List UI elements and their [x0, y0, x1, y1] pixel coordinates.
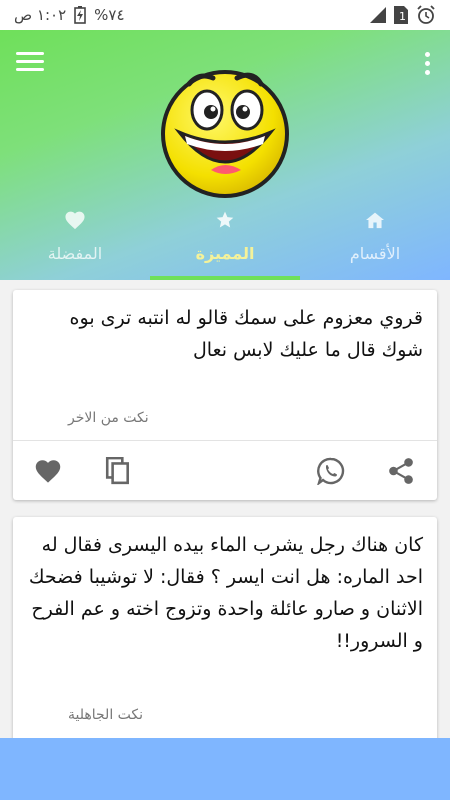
- status-left: ١:٠٢ ص %٧٤: [14, 6, 125, 24]
- joke-card: قروي معزوم على سمك قالو له انتبه ترى بوه…: [13, 290, 437, 500]
- more-vert-icon[interactable]: [422, 52, 432, 76]
- whatsapp-icon[interactable]: [316, 456, 346, 486]
- status-bar: ١:٠٢ ص %٧٤ 1: [0, 0, 450, 30]
- alarm-icon: [416, 5, 436, 25]
- joke-text: قروي معزوم على سمك قالو له انتبه ترى بوه…: [69, 307, 423, 361]
- sim-icon: 1: [394, 6, 408, 24]
- tab-favorites-label: المفضلة: [47, 244, 103, 263]
- share-icon[interactable]: [386, 456, 416, 486]
- laughing-emoji-logo: [161, 70, 289, 198]
- joke-category: نكت الجاهلية: [68, 707, 144, 723]
- status-right: 1: [370, 5, 436, 25]
- joke-card: كان هناك رجل يشرب الماء بيده اليسرى فقال…: [13, 517, 437, 747]
- hamburger-menu-icon[interactable]: [16, 52, 44, 76]
- tab-bar: المفضلة المميزة الأقسام: [0, 200, 450, 280]
- tab-categories-label: الأقسام: [349, 244, 401, 263]
- tab-favorites[interactable]: المفضلة: [0, 200, 150, 280]
- copy-icon[interactable]: [103, 456, 133, 486]
- favorite-icon[interactable]: [33, 456, 63, 486]
- app-header: المفضلة المميزة الأقسام: [0, 30, 450, 280]
- joke-text: كان هناك رجل يشرب الماء بيده اليسرى فقال…: [28, 534, 423, 652]
- star-icon: [215, 208, 235, 232]
- home-icon: [365, 208, 385, 232]
- card-actions: [13, 440, 437, 500]
- bottom-banner: [0, 738, 450, 800]
- heart-icon: [64, 208, 86, 232]
- svg-text:1: 1: [399, 10, 406, 23]
- tab-featured-label: المميزة: [195, 244, 255, 263]
- joke-category: نكت من الاخر: [68, 410, 149, 426]
- battery-percent: %٧٤: [94, 6, 125, 24]
- battery-charging-icon: [74, 6, 86, 24]
- tab-categories[interactable]: الأقسام: [300, 200, 450, 280]
- status-time: ١:٠٢ ص: [14, 6, 67, 24]
- tab-featured[interactable]: المميزة: [150, 200, 300, 280]
- signal-icon: [370, 7, 386, 23]
